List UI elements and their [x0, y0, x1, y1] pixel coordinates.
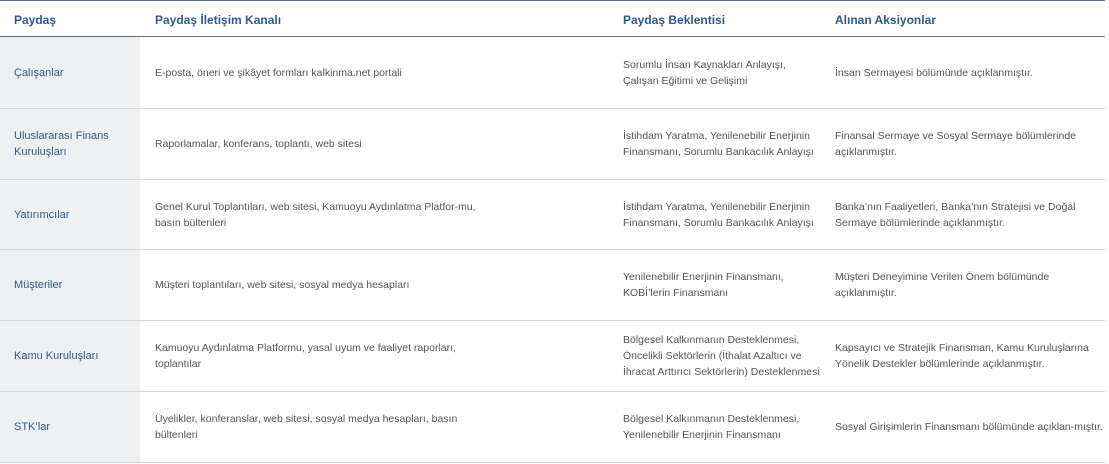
- channel-cell: Raporlamalar, konferans, toplantı, web s…: [155, 138, 362, 150]
- action-cell: Kapsayıcı ve Stratejik Finansman, Kamu K…: [835, 342, 1089, 370]
- stakeholder-name: Çalışanlar: [0, 37, 140, 108]
- table-row: Yatırımcılar Genel Kurul Toplantıları, w…: [0, 180, 1105, 250]
- expectation-cell: İstihdam Yaratma, Yenilenebilir Enerjini…: [623, 130, 814, 158]
- action-cell: İnsan Sermayesi bölümünde açıklanmıştır.: [835, 66, 1033, 79]
- header-channel: Paydaş İletişim Kanalı: [155, 13, 282, 27]
- header-action: Alınan Aksiyonlar: [835, 13, 936, 27]
- stakeholder-name: Uluslararası Finans Kuruluşları: [0, 109, 140, 179]
- channel-cell: Genel Kurul Toplantıları, web sitesi, Ka…: [155, 200, 476, 229]
- channel-cell: Müşteri toplantıları, web sitesi, sosyal…: [155, 279, 410, 291]
- expectation-cell: Bölgesel Kalkınmanın Desteklenmesi, Önce…: [623, 334, 820, 378]
- channel-cell: E-posta, öneri ve şikâyet formları kalki…: [155, 66, 402, 79]
- table-header: Paydaş Paydaş İletişim Kanalı Paydaş Bek…: [0, 0, 1105, 37]
- channel-cell: Kamuoyu Aydınlatma Platformu, yasal uyum…: [155, 342, 456, 370]
- action-cell: Finansal Sermaye ve Sosyal Sermaye bölüm…: [835, 130, 1077, 158]
- table-row: Kamu Kuruluşları Kamuoyu Aydınlatma Plat…: [0, 321, 1105, 392]
- action-cell: Müşteri Deneyimine Verilen Önem bölümünd…: [835, 271, 1050, 299]
- action-cell: Sosyal Girişimlerin Finansmanı bölümünde…: [835, 421, 1103, 433]
- table-row: Müşteriler Müşteri toplantıları, web sit…: [0, 250, 1105, 321]
- stakeholder-name: Müşteriler: [0, 250, 140, 320]
- header-stakeholder: Paydaş: [14, 13, 57, 27]
- stakeholder-name: STK’lar: [0, 392, 140, 462]
- table-row: Uluslararası Finans Kuruluşları Raporlam…: [0, 109, 1105, 180]
- expectation-cell: Bölgesel Kalkınmanın Desteklenmesi, Yeni…: [623, 413, 800, 441]
- stakeholder-name: Yatırımcılar: [0, 180, 140, 249]
- table-row: STK’lar Üyelikler, konferanslar, web sit…: [0, 392, 1105, 463]
- action-cell: Banka’nın Faaliyetleri, Banka’nın Strate…: [835, 200, 1076, 229]
- header-expectation: Paydaş Beklentisi: [623, 13, 726, 27]
- channel-cell: Üyelikler, konferanslar, web sitesi, sos…: [155, 413, 458, 441]
- stakeholder-table: Paydaş Paydaş İletişim Kanalı Paydaş Bek…: [0, 0, 1109, 464]
- table-row: Çalışanlar E-posta, öneri ve şikâyet for…: [0, 37, 1105, 109]
- expectation-cell: Sorumlu İnsan Kaynakları Anlayışı, Çalış…: [623, 58, 786, 87]
- expectation-cell: Yenilenebilir Enerjinin Finansmanı, KOBİ…: [623, 271, 784, 299]
- stakeholder-name: Kamu Kuruluşları: [0, 321, 140, 391]
- expectation-cell: İstihdam Yaratma, Yenilenebilir Enerjini…: [623, 200, 814, 229]
